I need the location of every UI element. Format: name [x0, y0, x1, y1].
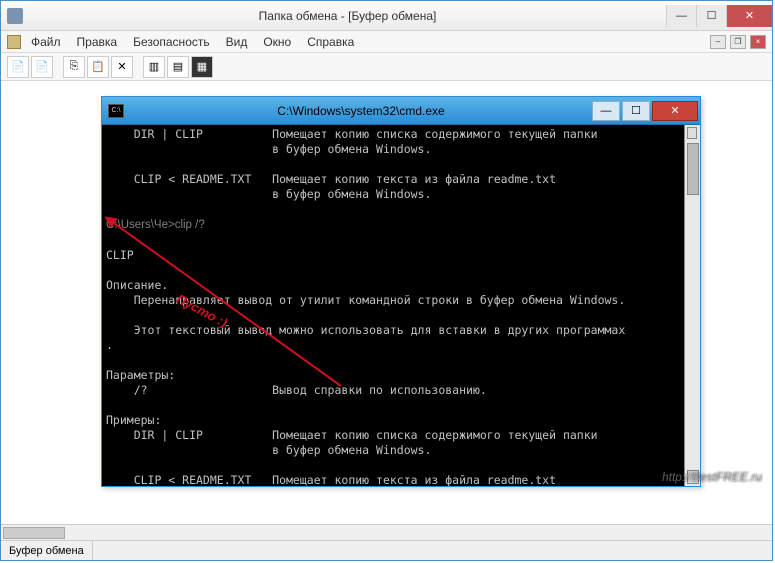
mdi-minimize-button[interactable]: –: [710, 35, 726, 49]
status-cell: Буфер обмена: [1, 541, 93, 560]
minimize-button[interactable]: —: [666, 5, 696, 27]
toolbar-page2-icon[interactable]: 📄: [31, 56, 53, 78]
cmd-close-button[interactable]: ✕: [652, 101, 698, 121]
toolbar: 📄 📄 ⎘ 📋 ✕ ▥ ▤ ▦: [1, 53, 772, 81]
cmd-title-text: C:\Windows\system32\cmd.exe: [130, 104, 592, 118]
toolbar-view2-icon[interactable]: ▤: [167, 56, 189, 78]
menu-help[interactable]: Справка: [301, 33, 360, 51]
menu-window[interactable]: Окно: [257, 33, 297, 51]
mdi-close-button[interactable]: ×: [750, 35, 766, 49]
cmd-icon: C:\: [108, 104, 124, 118]
menu-security[interactable]: Безопасность: [127, 33, 216, 51]
menu-edit[interactable]: Правка: [71, 33, 124, 51]
toolbar-delete-icon[interactable]: ✕: [111, 56, 133, 78]
toolbar-view1-icon[interactable]: ▥: [143, 56, 165, 78]
cmd-maximize-button[interactable]: ☐: [622, 101, 650, 121]
maximize-button[interactable]: ☐: [696, 5, 726, 27]
cmd-scrollbar[interactable]: [684, 125, 700, 486]
status-bar: Буфер обмена: [1, 540, 772, 560]
client-area: C:\ C:\Windows\system32\cmd.exe — ☐ ✕ DI…: [1, 81, 772, 524]
cmd-titlebar[interactable]: C:\ C:\Windows\system32\cmd.exe — ☐ ✕: [102, 97, 700, 125]
toolbar-view3-icon[interactable]: ▦: [191, 56, 213, 78]
window-title: Папка обмена - [Буфер обмена]: [29, 9, 666, 23]
outer-window: Папка обмена - [Буфер обмена] — ☐ ✕ Файл…: [0, 0, 773, 561]
toolbar-paste-icon[interactable]: 📋: [87, 56, 109, 78]
menu-bar: Файл Правка Безопасность Вид Окно Справк…: [1, 31, 772, 53]
document-icon: [7, 35, 21, 49]
toolbar-page1-icon[interactable]: 📄: [7, 56, 29, 78]
cmd-minimize-button[interactable]: —: [592, 101, 620, 121]
menu-view[interactable]: Вид: [220, 33, 254, 51]
close-button[interactable]: ✕: [726, 5, 772, 27]
menu-file[interactable]: Файл: [25, 33, 67, 51]
cmd-window: C:\ C:\Windows\system32\cmd.exe — ☐ ✕ DI…: [101, 96, 701, 487]
watermark: http://BestFREE.ru: [662, 470, 762, 484]
toolbar-copy-icon[interactable]: ⎘: [63, 56, 85, 78]
outer-titlebar[interactable]: Папка обмена - [Буфер обмена] — ☐ ✕: [1, 1, 772, 31]
outer-horizontal-scrollbar[interactable]: [1, 524, 772, 540]
mdi-restore-button[interactable]: ❐: [730, 35, 746, 49]
app-icon: [7, 8, 23, 24]
